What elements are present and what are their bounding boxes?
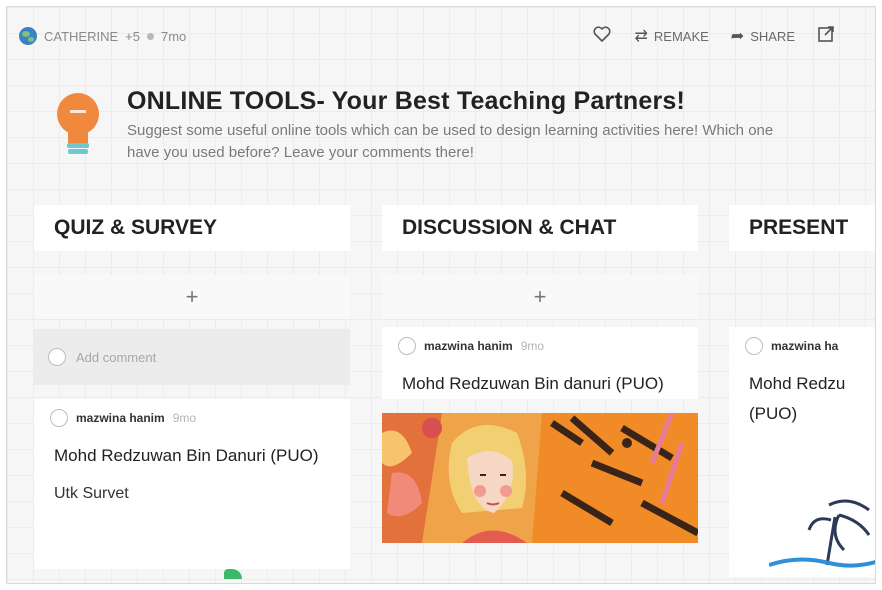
post-title: Mohd Redzu (PUO): [749, 374, 846, 423]
followers-count: +5: [125, 28, 140, 44]
post-age: 7mo: [160, 28, 187, 44]
share-label: SHARE: [750, 28, 795, 44]
add-comment-placeholder: Add comment: [76, 349, 157, 365]
post-age: 9mo: [520, 339, 545, 353]
post-meta: mazwina ha: [745, 337, 875, 355]
palm-tree-illustration: [769, 499, 875, 568]
add-post-button[interactable]: +: [382, 275, 698, 319]
post-body: Utk Survet: [54, 485, 129, 502]
add-post-button[interactable]: +: [34, 275, 350, 319]
post-author: mazwina hanim: [76, 411, 165, 425]
remake-icon: ⇄: [634, 28, 648, 45]
avatar: [48, 348, 66, 366]
post-author: mazwina hanim: [424, 339, 513, 353]
board-title: ONLINE TOOLS- Your Best Teaching Partner…: [127, 87, 686, 115]
author-name[interactable]: CATHERINE: [44, 29, 118, 44]
post-author: mazwina ha: [771, 339, 839, 353]
column-presentation: PRESENT mazwina ha Mohd Redzu (PUO): [729, 205, 875, 577]
column-title: DISCUSSION & CHAT: [382, 205, 698, 251]
author-info: CATHERINE +5 7mo: [19, 27, 186, 45]
post-title: Mohd Redzuwan Bin danuri (PUO): [402, 374, 664, 393]
lightbulb-icon: [53, 85, 105, 165]
separator-dot-icon: [146, 32, 154, 40]
post-title: Mohd Redzuwan Bin Danuri (PUO): [54, 446, 319, 465]
post-image[interactable]: [382, 413, 698, 543]
post-age: 9mo: [172, 411, 197, 425]
board-description: Suggest some useful online tools which c…: [127, 122, 774, 161]
post-meta: mazwina hanim 9mo: [398, 337, 678, 355]
open-external-icon[interactable]: [817, 25, 835, 48]
board-header: ONLINE TOOLS- Your Best Teaching Partner…: [53, 85, 787, 165]
column-title: PRESENT: [729, 205, 875, 251]
avatar: [745, 337, 763, 355]
post-card[interactable]: mazwina hanim 9mo Mohd Redzuwan Bin danu…: [382, 327, 698, 399]
padlet-board: CATHERINE +5 7mo ⇄ REMAKE ➦ SHARE ONLINE…: [6, 6, 876, 584]
add-comment-field[interactable]: Add comment: [34, 329, 350, 385]
post-meta: mazwina hanim 9mo: [50, 409, 330, 427]
column-title: QUIZ & SURVEY: [34, 205, 350, 251]
heart-icon[interactable]: [592, 25, 612, 48]
attachment-preview: [224, 569, 242, 579]
share-arrow-icon: ➦: [730, 28, 745, 45]
column-quiz-survey: QUIZ & SURVEY + Add comment mazwina hani…: [34, 205, 350, 579]
avatar: [398, 337, 416, 355]
column-discussion-chat: DISCUSSION & CHAT + mazwina hanim 9mo Mo…: [382, 205, 698, 543]
remake-label: REMAKE: [653, 28, 709, 44]
remake-button[interactable]: ⇄ REMAKE: [634, 26, 708, 46]
share-button[interactable]: ➦ SHARE: [731, 26, 795, 46]
post-card[interactable]: mazwina hanim 9mo Mohd Redzuwan Bin Danu…: [34, 399, 350, 579]
toolbar-actions: ⇄ REMAKE ➦ SHARE: [592, 25, 835, 48]
post-card[interactable]: mazwina ha Mohd Redzu (PUO): [729, 327, 875, 577]
avatar: [50, 409, 68, 427]
top-bar: CATHERINE +5 7mo ⇄ REMAKE ➦ SHARE: [7, 7, 875, 65]
globe-avatar-icon[interactable]: [19, 27, 37, 45]
